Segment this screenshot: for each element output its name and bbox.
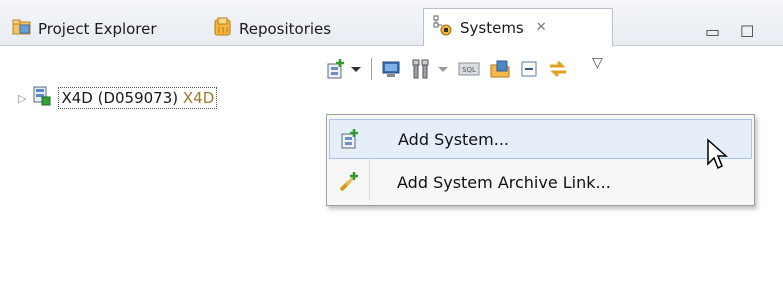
- menu-item-add-archive-link[interactable]: Add System Archive Link...: [329, 162, 752, 202]
- project-explorer-icon: [12, 18, 32, 40]
- folder-icon[interactable]: [489, 59, 511, 79]
- minimize-icon[interactable]: ▭: [705, 22, 720, 41]
- collapse-all-icon[interactable]: [520, 60, 538, 78]
- tab-label: Repositories: [239, 20, 332, 38]
- add-archive-link-icon: [329, 171, 369, 193]
- mouse-pointer-icon: [706, 138, 730, 176]
- dropdown-arrow-icon[interactable]: [350, 64, 362, 74]
- tree-item-system[interactable]: ▷ X4D (D059073) X4D: [18, 86, 218, 110]
- tab-label: Systems: [460, 18, 524, 37]
- view-tab-bar: Project Explorer Repositories Systems ✕ …: [0, 0, 783, 46]
- add-system-icon: [330, 128, 370, 150]
- tools-icon[interactable]: [410, 58, 432, 80]
- toolbar-separator: [371, 58, 372, 80]
- tab-project-explorer[interactable]: Project Explorer: [12, 12, 157, 46]
- tab-repositories[interactable]: Repositories: [213, 12, 331, 46]
- system-name: X4D (D059073): [61, 89, 179, 107]
- sql-icon[interactable]: SQL: [458, 62, 480, 76]
- add-system-icon[interactable]: [325, 58, 347, 80]
- monitor-icon[interactable]: [381, 59, 401, 79]
- tree-item-label: X4D (D059073) X4D: [58, 87, 218, 109]
- menu-item-add-system[interactable]: Add System...: [329, 119, 752, 159]
- tab-label: Project Explorer: [38, 20, 157, 38]
- menu-item-label: Add System...: [398, 129, 509, 149]
- close-icon[interactable]: ✕: [536, 20, 547, 35]
- context-menu: Add System... Add System Archive Link...: [326, 114, 755, 206]
- system-extra: X4D: [182, 89, 215, 107]
- dropdown-arrow-icon[interactable]: [437, 64, 449, 74]
- maximize-icon[interactable]: ☐: [740, 22, 754, 41]
- menu-item-label: Add System Archive Link...: [397, 172, 611, 192]
- view-toolbar: SQL ▽: [325, 54, 603, 84]
- repositories-icon: [213, 17, 233, 41]
- view-menu-icon[interactable]: ▽: [592, 55, 603, 71]
- systems-icon: [432, 15, 454, 41]
- system-node-icon: [32, 86, 52, 110]
- tab-systems[interactable]: Systems ✕: [423, 8, 613, 46]
- link-editor-icon[interactable]: [547, 59, 569, 79]
- expand-arrow-icon[interactable]: ▷: [18, 92, 26, 105]
- svg-text:SQL: SQL: [462, 66, 476, 74]
